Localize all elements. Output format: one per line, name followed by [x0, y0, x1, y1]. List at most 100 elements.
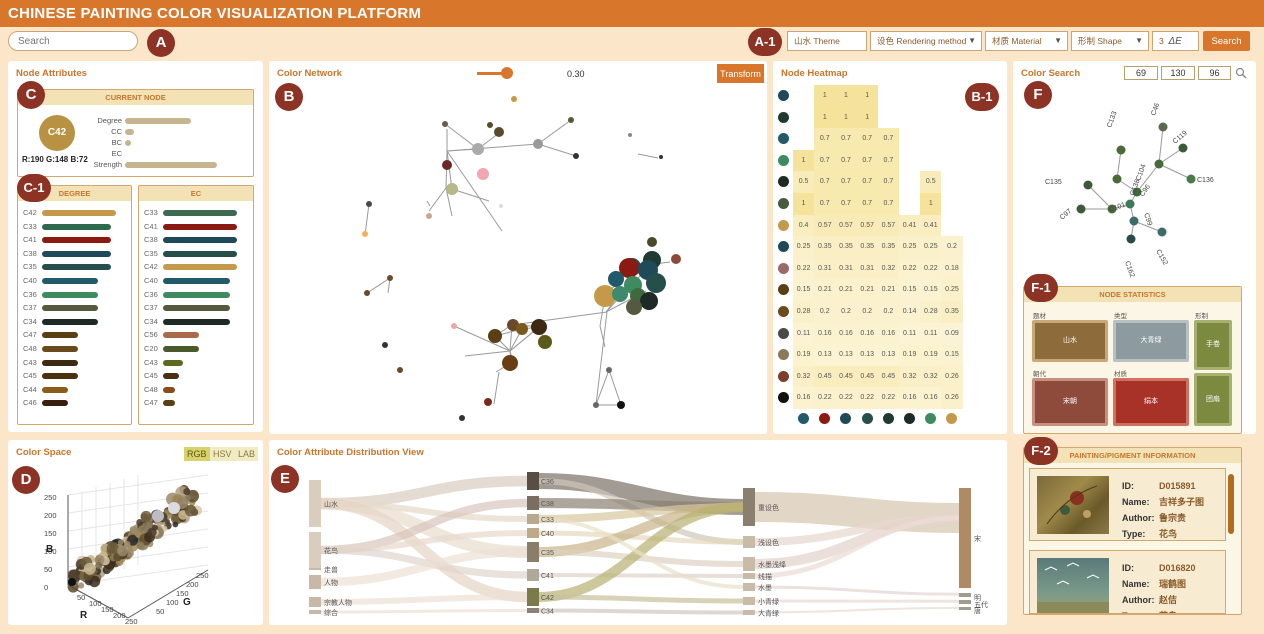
list-item-bar[interactable]: [42, 318, 98, 325]
heatmap-row-dot[interactable]: [778, 370, 789, 382]
heatmap-cell[interactable]: 0.16: [920, 387, 942, 409]
list-item-bar[interactable]: [163, 278, 231, 284]
list-item-bar[interactable]: [42, 210, 116, 216]
heatmap-cell[interactable]: 0.45: [856, 365, 878, 388]
list-item-bar[interactable]: [163, 373, 179, 380]
heatmap-row-dot[interactable]: [778, 219, 789, 231]
network-graph[interactable]: [269, 61, 767, 434]
heatmap-cell[interactable]: 0.32: [920, 365, 942, 388]
heatmap-cell[interactable]: 0.16: [856, 322, 878, 345]
heatmap-cell[interactable]: 0.5: [920, 171, 942, 193]
heatmap-cell[interactable]: 0.15: [941, 344, 963, 366]
heatmap-row-dot[interactable]: [778, 198, 789, 209]
heatmap-cell[interactable]: 0.21: [856, 279, 878, 301]
list-item-bar[interactable]: [42, 386, 69, 393]
delta-e-input[interactable]: 3 ΔE: [1152, 31, 1199, 51]
theme-select[interactable]: 山水 Theme: [787, 31, 867, 51]
heatmap-cell[interactable]: 0.7: [814, 171, 836, 193]
sankey-diagram[interactable]: 山水花鸟走兽人物宗教人物综合 C36 C38 C33 C40 C35 C41 C42 C34 重设…: [269, 440, 1007, 625]
heatmap-cell[interactable]: 0.13: [835, 344, 857, 366]
heatmap-cell[interactable]: 1: [814, 106, 836, 129]
hsv-mode-button[interactable]: HSV: [210, 447, 235, 461]
heatmap-cell[interactable]: 0.7: [835, 128, 857, 150]
heatmap-cell[interactable]: 1: [856, 85, 878, 107]
heatmap-col-dot[interactable]: [904, 413, 915, 424]
heatmap-cell[interactable]: 0.21: [877, 279, 899, 301]
heatmap-row-dot[interactable]: [778, 176, 789, 188]
heatmap-cell[interactable]: 0.5: [793, 171, 815, 193]
heatmap-cell[interactable]: 1: [920, 193, 942, 215]
heatmap-col-dot[interactable]: [946, 413, 958, 424]
heatmap-cell[interactable]: 0.16: [835, 322, 857, 345]
treemap-type-cell[interactable]: 大青绿: [1113, 320, 1189, 362]
heatmap-row-dot[interactable]: [778, 241, 789, 253]
list-item-bar[interactable]: [163, 400, 175, 407]
heatmap-cell[interactable]: 0.35: [877, 236, 899, 258]
heatmap-row-dot[interactable]: [778, 349, 789, 361]
list-item-bar[interactable]: [42, 291, 98, 298]
heatmap-cell[interactable]: 1: [856, 106, 878, 129]
heatmap-cell[interactable]: 0.26: [941, 365, 963, 388]
search-button[interactable]: Search: [1203, 31, 1250, 51]
list-item-bar[interactable]: [163, 318, 231, 325]
list-item-bar[interactable]: [42, 373, 78, 380]
heatmap-cell[interactable]: 0.18: [941, 257, 963, 280]
list-item-bar[interactable]: [163, 359, 183, 366]
heatmap-cell[interactable]: 0.15: [793, 279, 815, 301]
heatmap-cell[interactable]: 0.22: [814, 387, 836, 409]
list-item-bar[interactable]: [163, 223, 237, 230]
heatmap-cell[interactable]: 0.32: [899, 365, 921, 388]
heatmap-cell[interactable]: 0.15: [899, 279, 921, 301]
heatmap-cell[interactable]: 0.32: [793, 365, 815, 388]
heatmap-cell[interactable]: 0.7: [814, 149, 836, 172]
rgb-mode-button[interactable]: RGB: [184, 447, 210, 461]
heatmap-cell[interactable]: 0.11: [899, 322, 921, 345]
heatmap-cell[interactable]: 0.28: [793, 301, 815, 323]
list-item-bar[interactable]: [163, 332, 199, 339]
treemap-theme-cell[interactable]: 山水: [1032, 320, 1108, 362]
heatmap-row-dot[interactable]: [778, 262, 789, 274]
lab-mode-button[interactable]: LAB: [235, 447, 259, 461]
heatmap-cell[interactable]: 0.28: [920, 301, 942, 323]
treemap-material-cell[interactable]: 绢本: [1113, 378, 1189, 426]
heatmap-cell[interactable]: 0.25: [920, 236, 942, 258]
heatmap-cell[interactable]: 0.7: [856, 128, 878, 150]
heatmap-row-dot[interactable]: [778, 306, 789, 317]
heatmap-cell[interactable]: 0.2: [856, 301, 878, 323]
painting-card-1[interactable]: ID: D015891 Name: 吉祥多子图 Author: 鲁宗贵 Type: 花鸟: [1029, 468, 1226, 541]
heatmap-col-dot[interactable]: [925, 413, 937, 424]
heatmap-cell[interactable]: 0.2: [814, 301, 836, 323]
g-input[interactable]: 130: [1161, 66, 1195, 80]
list-item-bar[interactable]: [42, 250, 111, 257]
color-search-graph[interactable]: C133C46C119C136C152C162C97C135C104C138C9…: [1013, 86, 1256, 301]
heatmap-cell[interactable]: 0.13: [814, 344, 836, 366]
heatmap-cell[interactable]: 0.22: [877, 387, 899, 409]
heatmap-cell[interactable]: 0.35: [835, 236, 857, 258]
heatmap-cell[interactable]: 0.16: [793, 387, 815, 409]
list-item-bar[interactable]: [42, 346, 78, 352]
heatmap-cell[interactable]: 0.19: [899, 344, 921, 366]
shape-select[interactable]: 形制 Shape ▼: [1071, 31, 1149, 51]
current-node-circle[interactable]: C42: [39, 115, 75, 151]
painting-thumbnail[interactable]: [1037, 476, 1109, 534]
heatmap-cell[interactable]: 1: [793, 149, 815, 172]
heatmap-cell[interactable]: 0.32: [877, 257, 899, 280]
heatmap-row-dot[interactable]: [778, 133, 789, 145]
heatmap-cell[interactable]: 0.57: [856, 214, 878, 237]
list-item-bar[interactable]: [163, 210, 237, 216]
heatmap-cell[interactable]: 0.31: [835, 257, 857, 280]
heatmap-cell[interactable]: 0.11: [793, 322, 815, 345]
heatmap-row-dot[interactable]: [778, 111, 789, 123]
heatmap-cell[interactable]: 0.13: [877, 344, 899, 366]
heatmap-row-dot[interactable]: [778, 392, 789, 404]
list-item-bar[interactable]: [163, 237, 237, 244]
material-select[interactable]: 材质 Material ▼: [985, 31, 1068, 51]
heatmap-row-dot[interactable]: [778, 90, 789, 101]
heatmap-cell[interactable]: 0.25: [941, 279, 963, 301]
heatmap-cell[interactable]: 0.25: [793, 236, 815, 258]
heatmap-cell[interactable]: 0.35: [814, 236, 836, 258]
heatmap-cell[interactable]: 0.19: [920, 344, 942, 366]
heatmap-cell[interactable]: 1: [835, 85, 857, 107]
rendering-select[interactable]: 设色 Rendering method ▼: [870, 31, 982, 51]
heatmap-cell[interactable]: 0.7: [877, 149, 899, 172]
